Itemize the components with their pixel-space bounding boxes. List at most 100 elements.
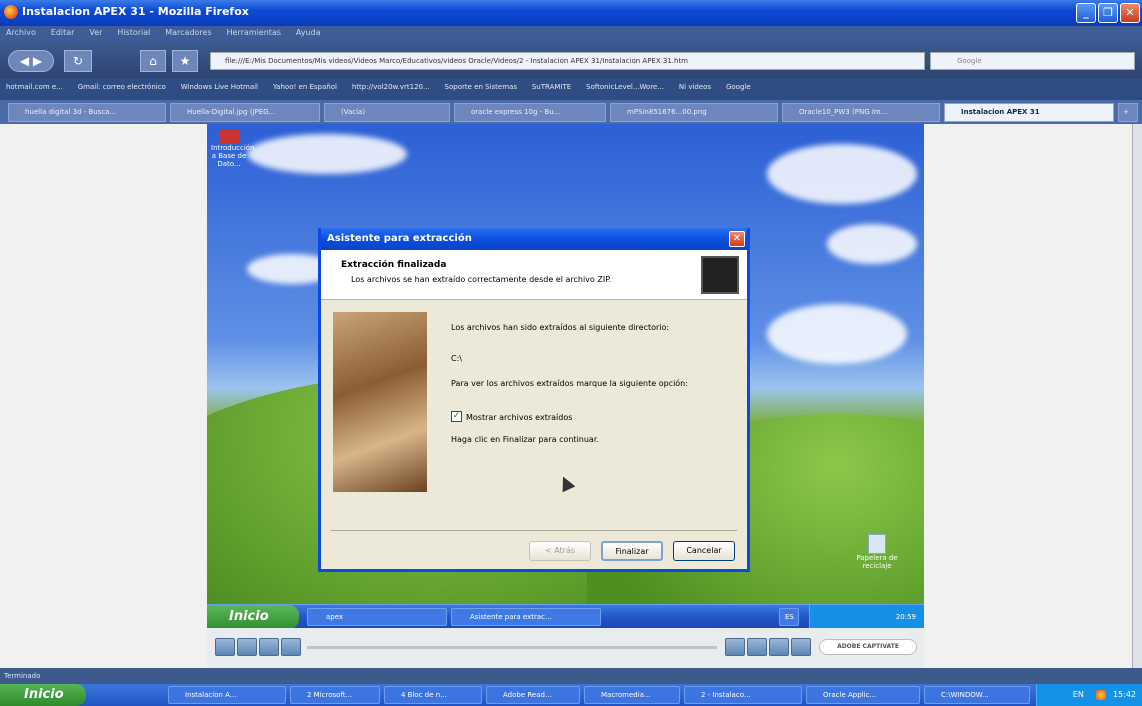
bookmark-item[interactable]: http://vol20w.vrt120... [346,78,436,96]
task-instalacion-folder[interactable]: 2 - Instalaco... [684,686,802,704]
dialog-close-button[interactable]: ✕ [729,231,745,247]
finish-instruction-text: Haga clic en Finalizar para continuar. [451,435,599,444]
extraction-wizard-dialog: Asistente para extracción ✕ Extracción f… [318,228,750,572]
bookmark-item[interactable]: Gmail: correo electrónico [72,78,172,96]
captivate-player-bar: ADOBE CAPTIVATE [207,628,924,668]
bookmark-item[interactable]: hotmail.com e... [0,78,69,96]
playback-progress[interactable] [307,646,717,649]
close-button[interactable]: ✕ [1120,3,1140,23]
tab-vacia[interactable]: (Vacía) [324,103,450,122]
task-macromedia[interactable]: Macromedia... [584,686,680,704]
directory-path: C:\ [451,354,462,363]
firefox-icon [4,5,18,19]
tab-oracle10[interactable]: Oracle10_PW3 (PNG Im... [782,103,940,122]
scrollbar[interactable] [1132,124,1142,668]
volume-icon[interactable] [725,638,745,656]
menu-herramientas[interactable]: Herramientas [221,26,288,39]
bookmark-item[interactable]: Ni videos [673,78,717,96]
start-button[interactable]: Inicio [0,684,86,706]
xp-clock: 20:59 [895,613,916,621]
xp-task-apex[interactable]: apex [307,608,447,626]
cloud [767,304,907,364]
menu-editar[interactable]: Editar [45,26,81,39]
bookmark-item[interactable]: Google [720,78,757,96]
view-files-text: Para ver los archivos extraídos marque l… [451,379,688,388]
tab-png[interactable]: mPSin851676...00.png [610,103,778,122]
desktop-icon-intro[interactable]: Introducción a Base de Dato... [211,130,255,168]
document-icon [219,130,239,144]
system-tray: EN 15:42 [1036,684,1142,706]
language-indicator[interactable]: EN [1073,690,1084,699]
cancel-button[interactable]: Cancelar [673,541,735,561]
info-icon[interactable] [791,638,811,656]
back-button[interactable]: < Atrás [529,541,591,561]
tab-bar: huella digital 3d - Busca... Huella-Digi… [0,100,1142,124]
mouse-cursor-icon [556,473,576,493]
xp-start-button[interactable]: Inicio [207,605,299,629]
next-icon[interactable] [281,638,301,656]
extracted-to-text: Los archivos han sido extraídos al sigui… [451,323,670,332]
adobe-captivate-badge[interactable]: ADOBE CAPTIVATE [819,639,917,655]
task-adobe-reader[interactable]: Adobe Read... [486,686,580,704]
menu-ver[interactable]: Ver [83,26,108,39]
bookmark-item[interactable]: SoftonicLevel...Wore... [580,78,670,96]
bookmarks-toolbar: hotmail.com e... Gmail: correo electróni… [0,78,1142,100]
xp-system-tray: 20:59 [809,605,924,629]
tab-huella-jpeg[interactable]: Huella-Digital.jpg (JPEG... [170,103,320,122]
search-input[interactable]: Google [930,52,1135,70]
cloud [767,144,917,204]
dialog-header: Extracción finalizada Los archivos se ha… [321,250,747,300]
xp-taskbar: Inicio apex Asistente para extrac... ES … [207,604,924,629]
home-icon[interactable]: ⌂ [140,50,166,72]
prev-icon[interactable] [259,638,279,656]
captions-icon[interactable] [747,638,767,656]
recycle-bin[interactable]: Papelera de reciclaje [847,534,907,570]
task-firefox[interactable]: Instalacion A... [168,686,286,704]
task-cmd-window[interactable]: C:\WINDOW... [924,686,1030,704]
maximize-button[interactable]: ❐ [1098,3,1118,23]
show-files-checkbox[interactable]: ✓ [451,411,462,422]
url-bar[interactable]: file:///E:/Mis Documentos/Mis videos/Vid… [210,52,925,70]
menu-ayuda[interactable]: Ayuda [290,26,327,39]
wizard-side-image [333,312,427,492]
bookmark-item[interactable]: SuTRAMITE [526,78,577,96]
tab-oracle-express[interactable]: oracle express 10g - Bu... [454,103,606,122]
xp-lang-tag[interactable]: ES [779,608,799,626]
tray-icon[interactable] [1096,689,1107,700]
menu-marcadores[interactable]: Marcadores [159,26,217,39]
play-icon[interactable] [237,638,257,656]
dialog-title[interactable]: Asistente para extracción [321,228,747,250]
cloud [247,134,407,174]
reload-icon[interactable]: ↻ [64,50,92,72]
window-title: Instalacion APEX 31 - Mozilla Firefox [22,5,249,18]
title-bar[interactable]: Instalacion APEX 31 - Mozilla Firefox _ … [0,0,1142,26]
bookmark-star-icon[interactable]: ★ [172,50,198,72]
minimize-button[interactable]: _ [1076,3,1096,23]
close-player-icon[interactable] [769,638,789,656]
header-title: Extracción finalizada [341,260,447,270]
new-tab-icon[interactable]: + [1118,103,1138,122]
tab-huella-busca[interactable]: huella digital 3d - Busca... [8,103,166,122]
recycle-bin-icon [868,534,886,554]
finish-button[interactable]: Finalizar [601,541,663,561]
tab-instalacion-apex[interactable]: Instalacion APEX 31 [944,103,1114,122]
menu-historial[interactable]: Historial [111,26,156,39]
menu-archivo[interactable]: Archivo [0,26,42,39]
checkbox-label[interactable]: Mostrar archivos extraídos [466,412,572,423]
firefox-window: Instalacion APEX 31 - Mozilla Firefox _ … [0,0,1142,706]
zip-folder-icon [701,256,739,294]
cloud [827,224,917,264]
dialog-separator [331,530,737,531]
clock: 15:42 [1112,690,1136,699]
recycle-bin-label: Papelera de reciclaje [856,554,898,570]
menu-bar: Archivo Editar Ver Historial Marcadores … [0,26,1142,42]
bookmark-item[interactable]: Yahoo! en Español [267,78,343,96]
xp-task-asistente[interactable]: Asistente para extrac... [451,608,601,626]
bookmark-item[interactable]: Windows Live Hotmail [175,78,264,96]
task-microsoft[interactable]: 2 Microsoft... [290,686,380,704]
bookmark-item[interactable]: Soporte en Sistemas [439,78,523,96]
task-bloc-de-notas[interactable]: 4 Bloc de n... [384,686,482,704]
rewind-icon[interactable] [215,638,235,656]
task-oracle-application[interactable]: Oracle Applic... [806,686,920,704]
back-forward-button[interactable]: ◀ ▶ [8,50,54,72]
